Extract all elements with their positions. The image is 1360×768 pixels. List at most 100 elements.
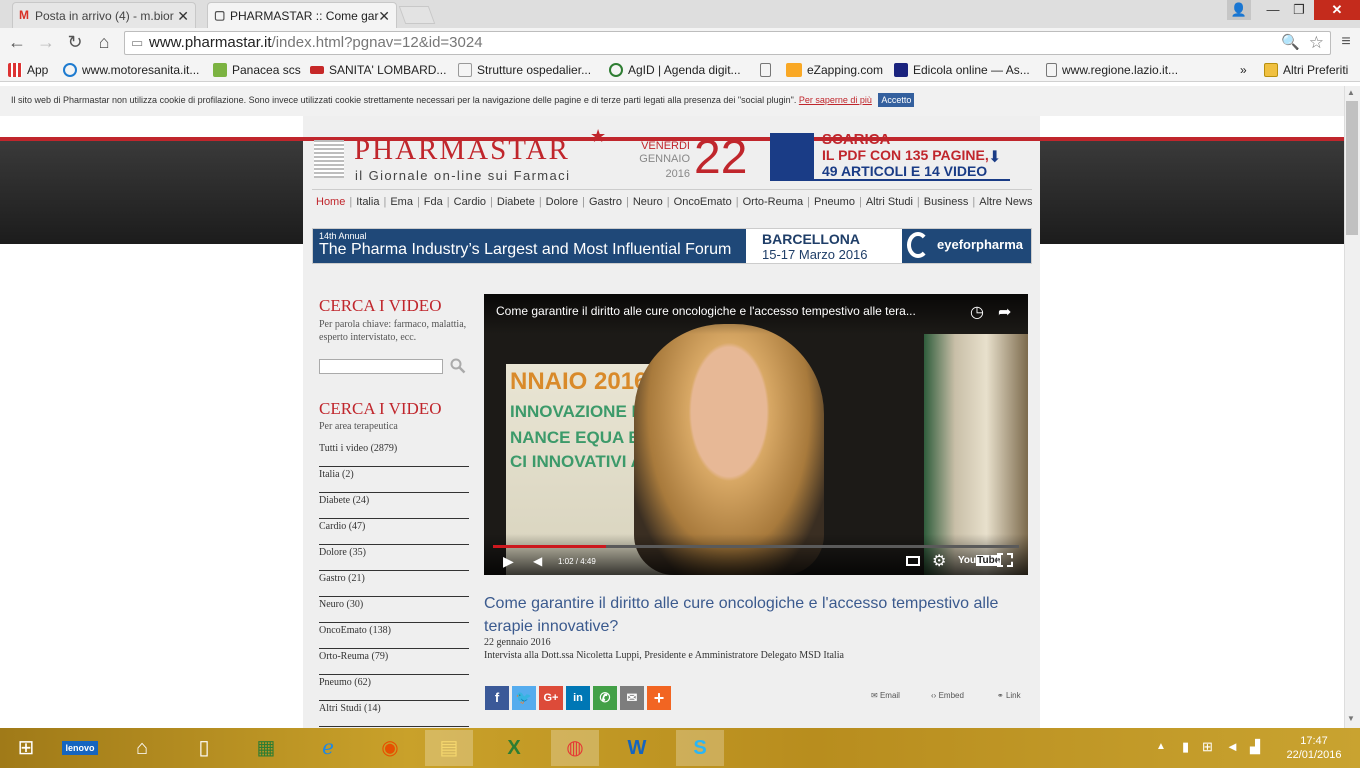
nav-item-altre-news[interactable]: Altre News <box>979 196 1032 208</box>
fullscreen-icon[interactable] <box>997 553 1013 567</box>
skype-icon[interactable]: S <box>676 730 724 766</box>
share-arrow-icon[interactable]: ➦ <box>998 302 1011 322</box>
close-icon[interactable]: ✕ <box>177 5 189 27</box>
volume-icon[interactable]: ◀ <box>533 554 542 568</box>
cookie-info-link[interactable]: Per saperne di più <box>799 95 872 105</box>
bookmark-panacea[interactable]: Panacea scs <box>213 58 301 82</box>
tray-expand-icon[interactable]: ▲ <box>1156 741 1166 752</box>
document-icon[interactable]: ▯ <box>180 730 228 766</box>
category-link[interactable]: Dolore (35) <box>319 545 469 571</box>
excel-icon[interactable]: X <box>490 730 538 766</box>
nav-item-ema[interactable]: Ema <box>390 196 413 208</box>
category-link[interactable]: Gastro (21) <box>319 571 469 597</box>
store-icon[interactable]: ▦ <box>242 730 290 766</box>
nav-item-business[interactable]: Business <box>924 196 969 208</box>
network-icon[interactable]: ▟ <box>1250 739 1260 755</box>
captions-icon[interactable] <box>906 556 920 566</box>
windows-start-icon[interactable]: ⊞ <box>2 730 50 766</box>
nav-item-neuro[interactable]: Neuro <box>633 196 663 208</box>
scrollbar-thumb[interactable] <box>1346 101 1358 235</box>
site-logo[interactable]: PHARMASTAR <box>354 134 570 167</box>
facebook-icon[interactable]: f <box>485 686 509 710</box>
bookmark-edicola[interactable]: Edicola online — As... <box>894 58 1030 82</box>
reload-icon[interactable]: ↻ <box>63 30 87 54</box>
minimize-button[interactable]: — <box>1260 0 1286 20</box>
firefox-icon[interactable]: ◉ <box>366 730 414 766</box>
bookmark-apps[interactable]: App <box>8 58 48 82</box>
category-link[interactable]: Tutti i video (2879) <box>319 441 469 467</box>
nav-item-oncoemato[interactable]: OncoEmato <box>674 196 732 208</box>
share-email[interactable]: ✉ Email <box>871 691 900 700</box>
internet-explorer-icon[interactable]: ℯ <box>304 730 352 766</box>
chrome-icon[interactable]: ◍ <box>551 730 599 766</box>
nav-item-pneumo[interactable]: Pneumo <box>814 196 855 208</box>
home-icon[interactable]: ⌂ <box>92 30 116 54</box>
email-icon[interactable]: ✉ <box>620 686 644 710</box>
address-bar[interactable]: ▭ www.pharmastar.it/index.html?pgnav=12&… <box>124 31 1331 55</box>
bookmark-ezapping[interactable]: eZapping.com <box>786 58 883 82</box>
share-embed[interactable]: ‹› Embed <box>931 691 964 700</box>
video-title[interactable]: Come garantire il diritto alle cure onco… <box>496 304 976 318</box>
bookmark-motoresanita[interactable]: www.motoresanita.it... <box>63 58 199 82</box>
video-search-input[interactable] <box>319 359 443 374</box>
tab-gmail[interactable]: M Posta in arrivo (4) - m.bior ✕ <box>12 2 196 28</box>
nav-item-dolore[interactable]: Dolore <box>546 196 578 208</box>
category-link[interactable]: Altri Studi (14) <box>319 701 469 727</box>
article-title[interactable]: Come garantire il diritto alle cure onco… <box>484 592 1024 638</box>
taskbar-clock[interactable]: 17:47 22/01/2016 <box>1286 734 1342 762</box>
action-center-icon[interactable]: ⊞ <box>1202 739 1213 755</box>
category-link[interactable]: OncoEmato (138) <box>319 623 469 649</box>
linkedin-icon[interactable]: in <box>566 686 590 710</box>
nav-item-gastro[interactable]: Gastro <box>589 196 622 208</box>
tab-pharmastar[interactable]: ▢ PHARMASTAR :: Come gar ✕ <box>207 2 397 28</box>
eyeforpharma-banner[interactable]: 14th Annual The Pharma Industry’s Larges… <box>312 228 1032 264</box>
googleplus-icon[interactable]: G+ <box>539 686 563 710</box>
nav-item-fda[interactable]: Fda <box>424 196 443 208</box>
nav-item-orto-reuma[interactable]: Orto-Reuma <box>743 196 804 208</box>
back-arrow-icon[interactable]: ← <box>5 30 29 54</box>
twitter-icon[interactable]: 🐦 <box>512 686 536 710</box>
pdf-download-promo[interactable]: SCARICA IL PDF CON 135 PAGINE, 49 ARTICO… <box>770 131 1010 182</box>
battery-icon[interactable]: ▮ <box>1182 739 1189 755</box>
nav-item-home[interactable]: Home <box>316 196 345 208</box>
whatsapp-icon[interactable]: ✆ <box>593 686 617 710</box>
home-folder-icon[interactable]: ⌂ <box>118 730 166 766</box>
category-link[interactable]: Orto-Reuma (79) <box>319 649 469 675</box>
lenovo-icon[interactable]: lenovo <box>56 730 104 766</box>
menu-icon[interactable]: ≡ <box>1334 30 1358 54</box>
youtube-logo-icon[interactable]: YouTube <box>958 555 1002 566</box>
bookmark-blank[interactable] <box>760 58 776 82</box>
category-link[interactable]: Italia (2) <box>319 467 469 493</box>
scroll-down-arrow-icon[interactable]: ▼ <box>1347 714 1355 723</box>
new-tab-button[interactable] <box>398 6 436 24</box>
search-icon[interactable] <box>450 358 466 374</box>
scroll-up-arrow-icon[interactable]: ▲ <box>1347 88 1355 97</box>
bookmarks-overflow[interactable]: » <box>1240 58 1247 82</box>
user-icon[interactable]: 👤 <box>1227 0 1251 20</box>
category-link[interactable]: Neuro (30) <box>319 597 469 623</box>
nav-item-diabete[interactable]: Diabete <box>497 196 535 208</box>
other-bookmarks[interactable]: Altri Preferiti <box>1264 58 1348 82</box>
file-explorer-icon[interactable]: ▤ <box>425 730 473 766</box>
speaker-icon[interactable]: ◄ <box>1226 739 1239 754</box>
video-player[interactable]: NNAIO 2016 WO INNOVAZIONE FA NANCE EQUA … <box>484 294 1028 575</box>
bookmark-regione-lazio[interactable]: www.regione.lazio.it... <box>1046 58 1178 82</box>
category-link[interactable]: Cardio (47) <box>319 519 469 545</box>
word-icon[interactable]: W <box>613 730 661 766</box>
category-link[interactable]: Pneumo (62) <box>319 675 469 701</box>
bookmark-agid[interactable]: AgID | Agenda digit... <box>609 58 741 82</box>
forward-arrow-icon[interactable]: → <box>34 30 58 54</box>
nav-item-altri-studi[interactable]: Altri Studi <box>866 196 913 208</box>
window-close-button[interactable]: ✕ <box>1314 0 1360 20</box>
watch-later-icon[interactable]: ◷ <box>970 302 984 322</box>
maximize-button[interactable]: ❐ <box>1286 0 1312 20</box>
category-link[interactable]: Diabete (24) <box>319 493 469 519</box>
play-icon[interactable]: ▶ <box>503 553 514 570</box>
more-share-icon[interactable]: + <box>647 686 671 710</box>
cookie-accept-button[interactable]: Accetto <box>878 93 915 107</box>
star-icon[interactable]: ☆ <box>1309 32 1324 54</box>
settings-gear-icon[interactable]: ⚙ <box>932 551 946 571</box>
close-icon[interactable]: ✕ <box>378 5 390 27</box>
bookmark-sanita-lombardia[interactable]: SANITA' LOMBARD... <box>310 58 446 82</box>
zoom-icon[interactable]: 🔍 <box>1281 32 1300 54</box>
